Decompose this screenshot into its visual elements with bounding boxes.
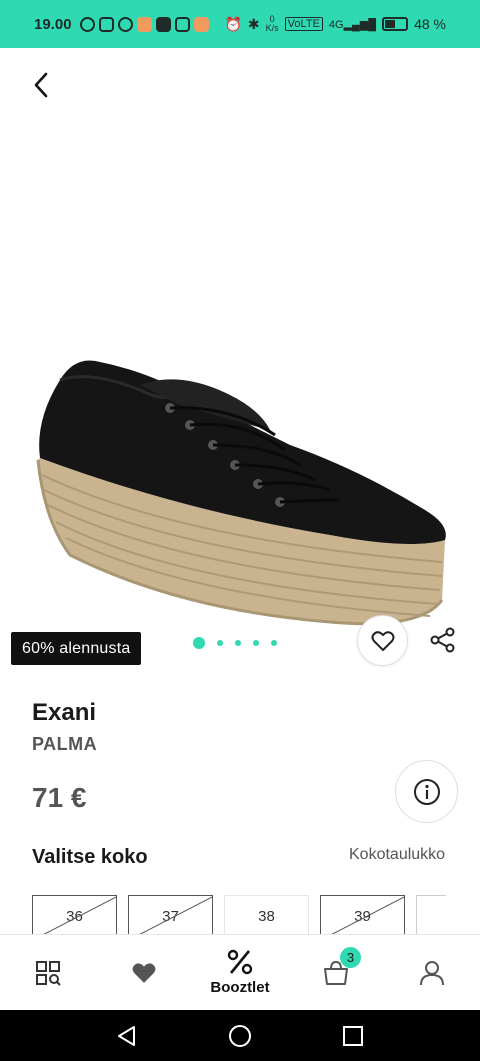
tab-favorites[interactable] — [96, 935, 192, 1010]
threads-icon — [117, 16, 133, 32]
size-chart-link[interactable]: Kokotaulukko — [349, 846, 445, 864]
product-brand: Exani — [32, 699, 97, 726]
info-button[interactable] — [395, 760, 458, 823]
system-back-button[interactable] — [107, 1016, 147, 1056]
home-circle-icon — [228, 1024, 251, 1047]
size-option-partial[interactable] — [416, 895, 446, 939]
carousel-dot[interactable] — [253, 640, 259, 646]
n-app-icon — [98, 16, 114, 32]
tab-bag[interactable]: 3 — [288, 935, 384, 1010]
battery-percent: 48 % — [414, 16, 446, 32]
carousel-dot[interactable] — [235, 640, 241, 646]
linkedin-icon — [155, 16, 171, 32]
carousel-dot[interactable] — [217, 640, 223, 646]
chevron-left-icon — [34, 72, 48, 98]
tab-account[interactable] — [384, 935, 480, 1010]
signal-icon: VoLTE — [284, 17, 323, 31]
heart-outline-icon — [371, 630, 394, 651]
tab-label: Booztlet — [210, 979, 270, 996]
size-options: 36 37 38 39 — [32, 895, 446, 939]
bag-count-badge: 3 — [340, 947, 361, 968]
size-option[interactable]: 39 — [320, 895, 405, 939]
favorite-button[interactable] — [357, 615, 408, 666]
product-image[interactable] — [30, 350, 450, 635]
user-icon — [420, 960, 444, 985]
eye-icon — [79, 16, 95, 32]
size-option[interactable]: 36 — [32, 895, 117, 939]
size-section-title: Valitse koko — [32, 846, 148, 868]
notification-icons — [79, 16, 209, 32]
recents-square-icon — [343, 1025, 364, 1046]
product-price: 71 € — [32, 782, 87, 813]
image-carousel-dots[interactable] — [193, 637, 277, 649]
status-time: 19.00 — [34, 15, 72, 33]
system-recents-button[interactable] — [333, 1016, 373, 1056]
info-icon — [413, 778, 440, 805]
size-option[interactable]: 38 — [224, 895, 309, 939]
system-home-button[interactable] — [220, 1016, 260, 1056]
system-nav-bar — [0, 1010, 480, 1061]
product-model: PALMA — [32, 734, 98, 754]
back-button[interactable] — [26, 70, 56, 100]
grid-search-icon — [36, 960, 61, 986]
status-right: ⏰ ✱ 0 K/s VoLTE 4G▂▄▆█ 48 % — [224, 15, 446, 33]
carousel-dot[interactable] — [193, 637, 205, 649]
net-speed: 0 K/s — [265, 14, 279, 33]
share-button[interactable] — [420, 620, 465, 660]
alarm-icon: ⏰ — [224, 15, 242, 32]
heart-app-icon — [136, 16, 152, 32]
carousel-dot[interactable] — [271, 640, 277, 646]
size-option[interactable]: 37 — [128, 895, 213, 939]
soldout-strike — [35, 896, 116, 938]
battery-icon — [382, 17, 409, 31]
heart-icon — [132, 962, 156, 983]
soldout-strike — [323, 896, 404, 938]
percent-icon — [227, 949, 253, 975]
back-triangle-icon — [117, 1025, 135, 1046]
bottom-tab-bar: Booztlet 3 — [0, 934, 480, 1010]
gmail-icon — [174, 16, 190, 32]
heart-app-icon-2 — [193, 16, 209, 32]
tab-browse[interactable] — [0, 935, 96, 1010]
bluetooth-icon: ✱ — [247, 15, 260, 32]
share-icon — [430, 627, 454, 653]
status-bar: 19.00 ⏰ ✱ 0 K/s VoLTE 4G▂▄▆█ 48 % — [0, 0, 480, 48]
discount-badge: 60% alennusta — [11, 632, 142, 665]
tab-booztlet[interactable]: Booztlet — [192, 935, 288, 1010]
cell-signal-icon: 4G▂▄▆█ — [328, 18, 377, 31]
soldout-strike — [131, 896, 212, 938]
